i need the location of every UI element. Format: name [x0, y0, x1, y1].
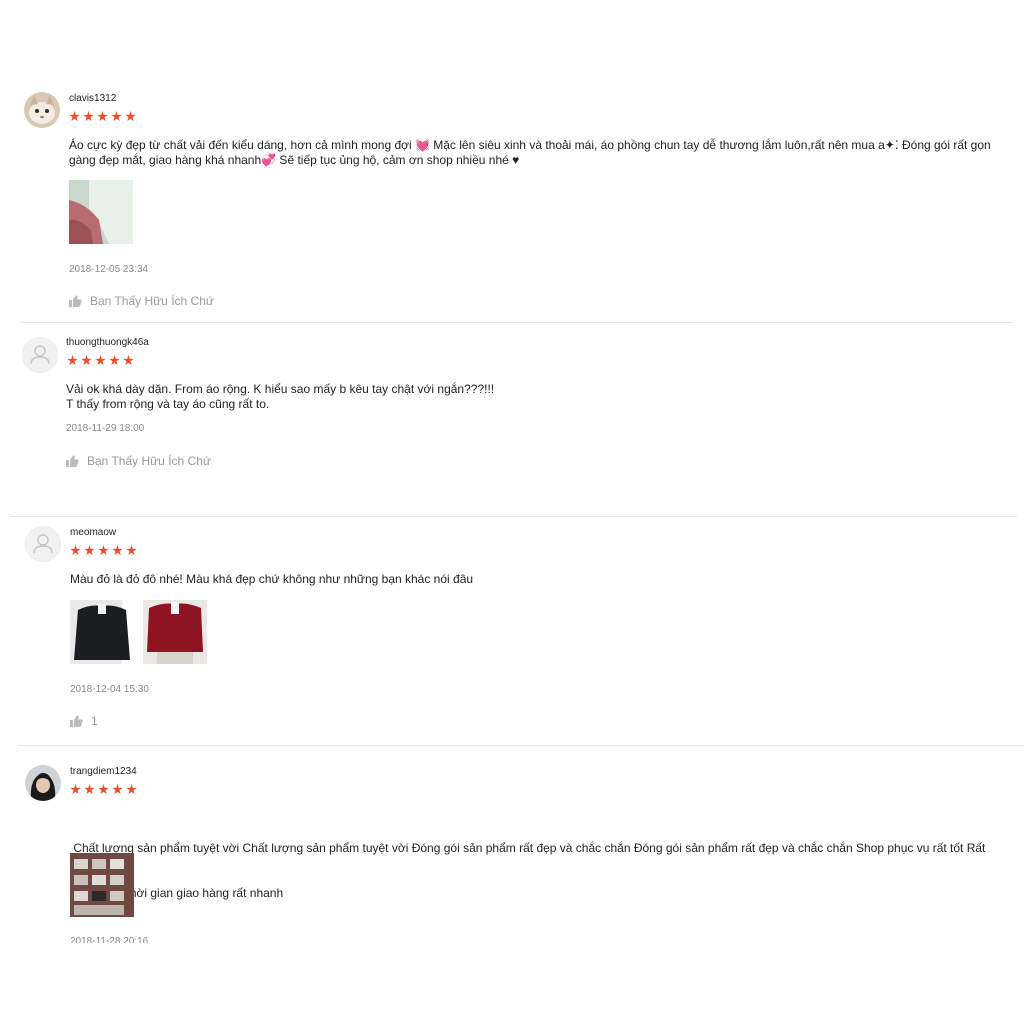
helpful-count: 1 [91, 714, 98, 728]
star-icon [69, 111, 80, 122]
user-icon [30, 345, 50, 365]
comment-line: Vải ok khá dày dặn. From áo rộng. K hiểu… [66, 382, 495, 396]
comment-line: đáng tiền Thời gian giao hàng rất nhanh [70, 886, 284, 900]
comment-line: Màu đỏ là đỏ đô nhé! Màu khá đẹp chứ khô… [70, 572, 474, 586]
review-photo[interactable] [69, 180, 133, 244]
review-comment: Màu đỏ là đỏ đô nhé! Màu khá đẹp chứ khô… [70, 572, 473, 587]
comment-line: T thấy from rộng và tay áo cũng rất to. [66, 397, 270, 411]
review-photo[interactable] [143, 600, 207, 664]
star-icon [81, 355, 92, 366]
thumbs-up-icon [70, 715, 83, 727]
star-icon [126, 784, 137, 795]
star-icon [95, 355, 106, 366]
rating-stars [70, 545, 137, 556]
user-icon [33, 534, 53, 554]
review-time: 2018-11-28 20:16 [70, 936, 149, 943]
review-comment: Áo cực kỳ đẹp từ chất vải đến kiểu dáng,… [69, 138, 1024, 168]
star-icon [126, 545, 137, 556]
star-icon [123, 355, 134, 366]
review-time: 2018-12-04 15:30 [70, 684, 149, 695]
star-icon [84, 784, 95, 795]
star-icon [98, 784, 109, 795]
reviewer-name[interactable]: thuongthuongk46a [66, 337, 149, 348]
reviewer-name[interactable]: trangdiem1234 [70, 766, 137, 777]
star-icon [97, 111, 108, 122]
comment-line: Chất lượng sản phẩm tuyệt vời Chất lượng… [70, 841, 986, 855]
comment-line: Áo cực kỳ đẹp từ chất vải đến kiểu dáng,… [69, 138, 991, 152]
helpful-label: Bạn Thấy Hữu Ích Chứ [87, 454, 211, 468]
review-photo[interactable] [70, 853, 134, 917]
star-icon [70, 784, 81, 795]
star-icon [84, 545, 95, 556]
divider [20, 322, 1013, 323]
helpful-button[interactable]: Bạn Thấy Hữu Ích Chứ [69, 294, 214, 308]
helpful-label: Bạn Thấy Hữu Ích Chứ [90, 294, 214, 308]
review-photo[interactable] [70, 600, 134, 664]
review-comment: Vải ok khá dày dặn. From áo rộng. K hiểu… [66, 382, 494, 412]
divider [10, 516, 1017, 517]
star-icon [112, 784, 123, 795]
rating-stars [69, 111, 136, 122]
thumbs-up-icon [66, 455, 79, 467]
avatar[interactable] [22, 337, 58, 373]
rating-stars [70, 784, 137, 795]
star-icon [70, 545, 81, 556]
divider [18, 745, 1024, 746]
star-icon [98, 545, 109, 556]
avatar[interactable] [24, 92, 60, 128]
thumbs-up-icon [69, 295, 82, 307]
reviewer-name[interactable]: meomaow [70, 527, 116, 538]
comment-line: gàng đẹp mắt, giao hàng khá nhanh💞 Sẽ ti… [69, 153, 520, 167]
review-time: 2018-11-29 18:00 [66, 423, 145, 434]
review-comment: Chất lượng sản phẩm tuyệt vời Chất lượng… [70, 811, 1024, 931]
helpful-button[interactable]: 1 [70, 714, 98, 728]
review-time: 2018-12-05 23:34 [69, 264, 148, 275]
star-icon [125, 111, 136, 122]
star-icon [112, 545, 123, 556]
rating-stars [67, 355, 134, 366]
reviewer-name[interactable]: clavis1312 [69, 93, 116, 104]
star-icon [67, 355, 78, 366]
star-icon [109, 355, 120, 366]
star-icon [111, 111, 122, 122]
helpful-button[interactable]: Bạn Thấy Hữu Ích Chứ [66, 454, 211, 468]
avatar[interactable] [25, 526, 61, 562]
avatar[interactable] [25, 765, 61, 801]
star-icon [83, 111, 94, 122]
